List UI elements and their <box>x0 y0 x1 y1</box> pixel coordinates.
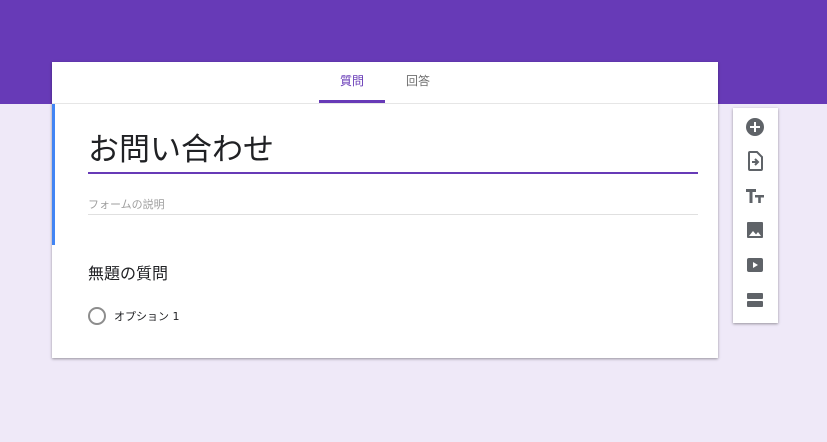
form-description-field[interactable]: フォームの説明 <box>88 196 698 215</box>
radio-button[interactable] <box>88 307 106 325</box>
floating-toolbar <box>733 108 778 323</box>
add-question-icon[interactable] <box>743 115 767 139</box>
active-section-indicator <box>52 104 55 245</box>
form-header-section: お問い合わせ フォームの説明 <box>52 104 718 245</box>
form-card: 質問 回答 お問い合わせ フォームの説明 無題の質問 オプション 1 <box>52 62 718 358</box>
question-title[interactable]: 無題の質問 <box>88 262 168 286</box>
add-video-icon[interactable] <box>743 253 767 277</box>
tab-questions[interactable]: 質問 <box>319 62 385 103</box>
tab-bar: 質問 回答 <box>52 62 718 104</box>
add-image-icon[interactable] <box>743 218 767 242</box>
tab-responses[interactable]: 回答 <box>389 62 447 103</box>
import-questions-icon[interactable] <box>743 149 767 173</box>
add-title-icon[interactable] <box>743 184 767 208</box>
active-tab-indicator <box>319 100 385 103</box>
add-section-icon[interactable] <box>743 288 767 312</box>
form-title-field[interactable]: お問い合わせ <box>88 128 698 174</box>
option-label[interactable]: オプション 1 <box>114 307 180 327</box>
option-row: オプション 1 <box>88 307 388 327</box>
